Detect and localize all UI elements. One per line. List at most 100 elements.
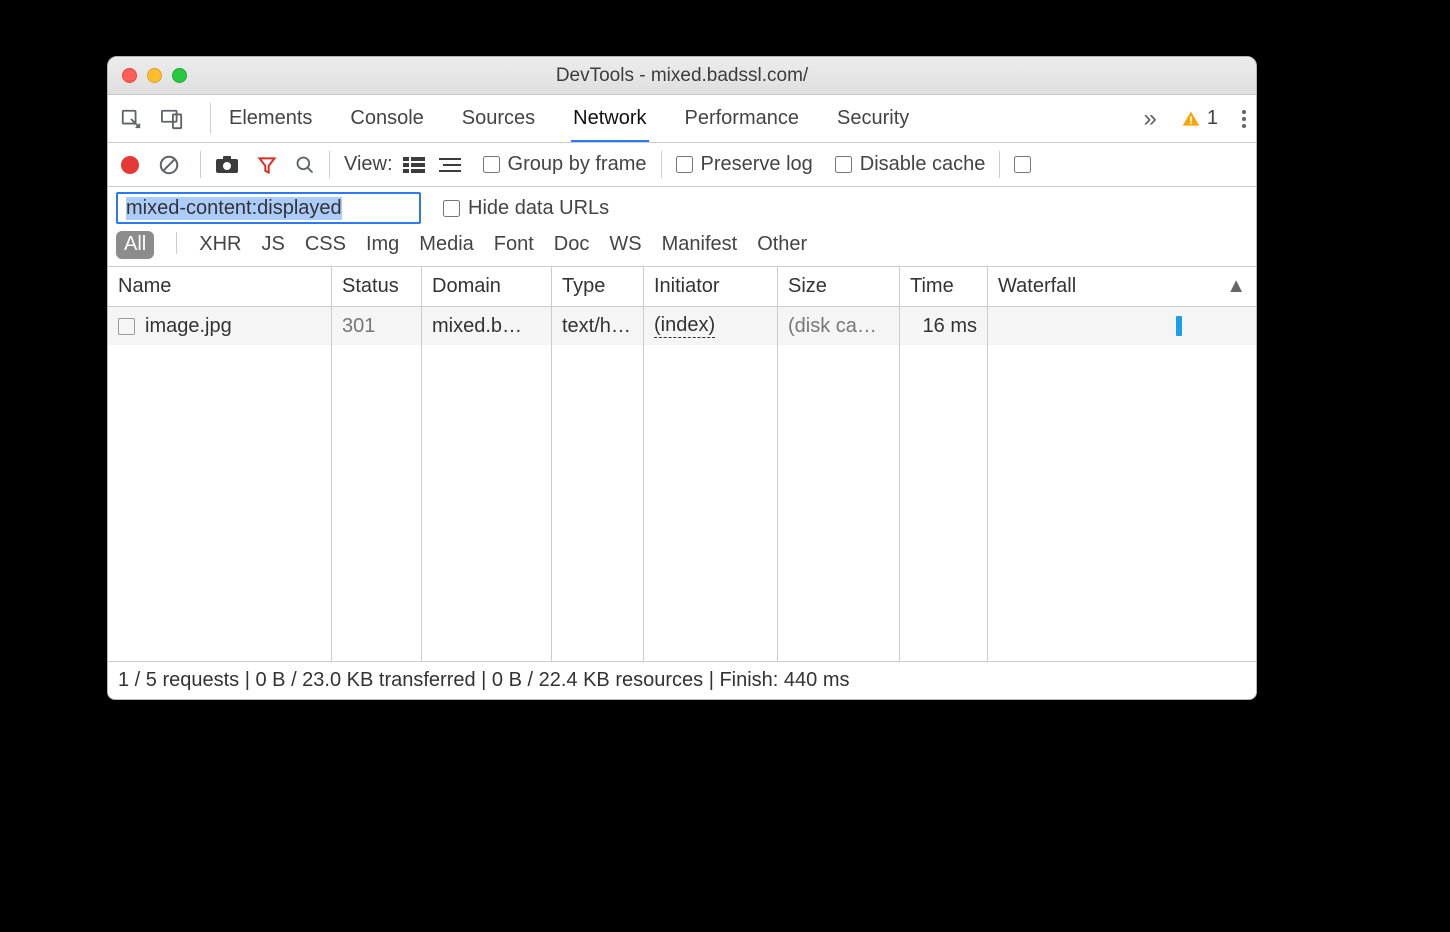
separator xyxy=(176,232,177,254)
col-label: Size xyxy=(788,275,827,298)
inspect-element-icon[interactable] xyxy=(120,108,142,130)
col-label: Domain xyxy=(432,275,501,298)
tab-security[interactable]: Security xyxy=(837,95,909,142)
resource-type-icon xyxy=(118,318,135,335)
col-label: Type xyxy=(562,275,605,298)
cell-text: image.jpg xyxy=(145,315,232,338)
type-doc[interactable]: Doc xyxy=(554,233,590,256)
type-media[interactable]: Media xyxy=(419,233,473,256)
record-button-icon[interactable] xyxy=(120,155,140,175)
view-large-icon[interactable] xyxy=(403,156,425,174)
tab-label: Sources xyxy=(462,107,535,130)
col-name[interactable]: Name xyxy=(108,267,332,306)
col-size[interactable]: Size xyxy=(778,267,900,306)
disable-cache-checkbox[interactable]: Disable cache xyxy=(835,153,986,176)
type-js[interactable]: JS xyxy=(261,233,284,256)
col-label: Time xyxy=(910,275,954,298)
panel-tabs-row: Elements Console Sources Network Perform… xyxy=(108,95,1256,143)
checkbox-label: Group by frame xyxy=(508,153,647,176)
cell-initiator[interactable]: (index) xyxy=(644,307,778,345)
type-css[interactable]: CSS xyxy=(305,233,346,256)
checkbox-label: Preserve log xyxy=(701,153,813,176)
disable-cache-input[interactable] xyxy=(835,156,852,173)
more-tabs-icon[interactable]: » xyxy=(1144,105,1157,133)
type-other[interactable]: Other xyxy=(757,233,807,256)
col-label: Waterfall xyxy=(998,275,1076,298)
group-by-frame-checkbox[interactable]: Group by frame xyxy=(483,153,647,176)
warning-icon xyxy=(1181,109,1201,129)
tab-label: Elements xyxy=(229,107,312,130)
cell-domain: mixed.b… xyxy=(422,307,552,345)
table-header: Name Status Domain Type Initiator Size T… xyxy=(108,267,1256,307)
hide-data-urls-checkbox[interactable]: Hide data URLs xyxy=(443,197,609,220)
filter-icon[interactable] xyxy=(257,155,277,175)
col-label: Initiator xyxy=(654,275,720,298)
tab-label: Network xyxy=(573,107,646,130)
col-type[interactable]: Type xyxy=(552,267,644,306)
sort-asc-icon: ▲ xyxy=(1226,275,1246,298)
tab-console[interactable]: Console xyxy=(350,95,423,142)
status-text: 1 / 5 requests | 0 B / 23.0 KB transferr… xyxy=(118,669,850,692)
offline-input[interactable] xyxy=(1014,156,1031,173)
cell-text: (disk ca… xyxy=(788,315,877,338)
filter-row: Hide data URLs xyxy=(108,187,1256,229)
device-toolbar-icon[interactable] xyxy=(160,108,184,130)
requests-table: Name Status Domain Type Initiator Size T… xyxy=(108,267,1256,661)
window-title: DevTools - mixed.badssl.com/ xyxy=(108,65,1256,87)
col-label: Status xyxy=(342,275,399,298)
tab-network[interactable]: Network xyxy=(573,95,646,142)
preserve-log-checkbox[interactable]: Preserve log xyxy=(676,153,813,176)
table-body: image.jpg 301 mixed.b… text/h… (index) (… xyxy=(108,307,1256,661)
cell-name: image.jpg xyxy=(108,307,332,345)
col-time[interactable]: Time xyxy=(900,267,988,306)
checkbox-label: Disable cache xyxy=(860,153,986,176)
capture-screenshots-icon[interactable] xyxy=(215,155,239,175)
col-initiator[interactable]: Initiator xyxy=(644,267,778,306)
search-icon[interactable] xyxy=(295,155,315,175)
view-label: View: xyxy=(344,153,393,176)
tab-label: Performance xyxy=(685,107,800,130)
col-label: Name xyxy=(118,275,171,298)
tab-performance[interactable]: Performance xyxy=(685,95,800,142)
clear-icon[interactable] xyxy=(158,154,180,176)
table-row[interactable]: image.jpg 301 mixed.b… text/h… (index) (… xyxy=(108,307,1256,345)
type-xhr[interactable]: XHR xyxy=(199,233,241,256)
window-titlebar: DevTools - mixed.badssl.com/ xyxy=(108,57,1256,95)
col-domain[interactable]: Domain xyxy=(422,267,552,306)
filter-input[interactable] xyxy=(116,192,421,224)
offline-checkbox[interactable] xyxy=(1014,156,1031,173)
table-empty-area xyxy=(108,345,1256,661)
cell-time: 16 ms xyxy=(900,307,988,345)
checkbox-label: Hide data URLs xyxy=(468,197,609,220)
tab-label: Console xyxy=(350,107,423,130)
tab-elements[interactable]: Elements xyxy=(229,95,312,142)
group-by-frame-input[interactable] xyxy=(483,156,500,173)
cell-status: 301 xyxy=(332,307,422,345)
kebab-menu-icon[interactable] xyxy=(1242,110,1246,128)
cell-type: text/h… xyxy=(552,307,644,345)
cell-text: text/h… xyxy=(562,315,631,338)
col-status[interactable]: Status xyxy=(332,267,422,306)
devtools-window: DevTools - mixed.badssl.com/ Elements Co… xyxy=(107,56,1257,700)
cell-text: 16 ms xyxy=(923,315,977,338)
warnings-count: 1 xyxy=(1207,107,1218,130)
tab-label: Security xyxy=(837,107,909,130)
network-toolbar: View: Group by frame Preserve log Disabl… xyxy=(108,143,1256,187)
type-label: All xyxy=(124,233,146,256)
type-all[interactable]: All xyxy=(116,231,154,259)
type-ws[interactable]: WS xyxy=(609,233,641,256)
warnings-indicator[interactable]: 1 xyxy=(1181,107,1218,130)
hide-data-urls-input[interactable] xyxy=(443,200,460,217)
type-img[interactable]: Img xyxy=(366,233,399,256)
cell-waterfall xyxy=(988,307,1256,345)
cell-text: 301 xyxy=(342,315,375,338)
type-font[interactable]: Font xyxy=(494,233,534,256)
type-manifest[interactable]: Manifest xyxy=(662,233,738,256)
preserve-log-input[interactable] xyxy=(676,156,693,173)
cell-text: mixed.b… xyxy=(432,315,522,338)
type-filter-row: All XHR JS CSS Img Media Font Doc WS Man… xyxy=(108,229,1256,267)
col-waterfall[interactable]: Waterfall ▲ xyxy=(988,267,1256,306)
tab-sources[interactable]: Sources xyxy=(462,95,535,142)
waterfall-bar xyxy=(1176,316,1182,336)
view-small-icon[interactable] xyxy=(439,156,461,174)
